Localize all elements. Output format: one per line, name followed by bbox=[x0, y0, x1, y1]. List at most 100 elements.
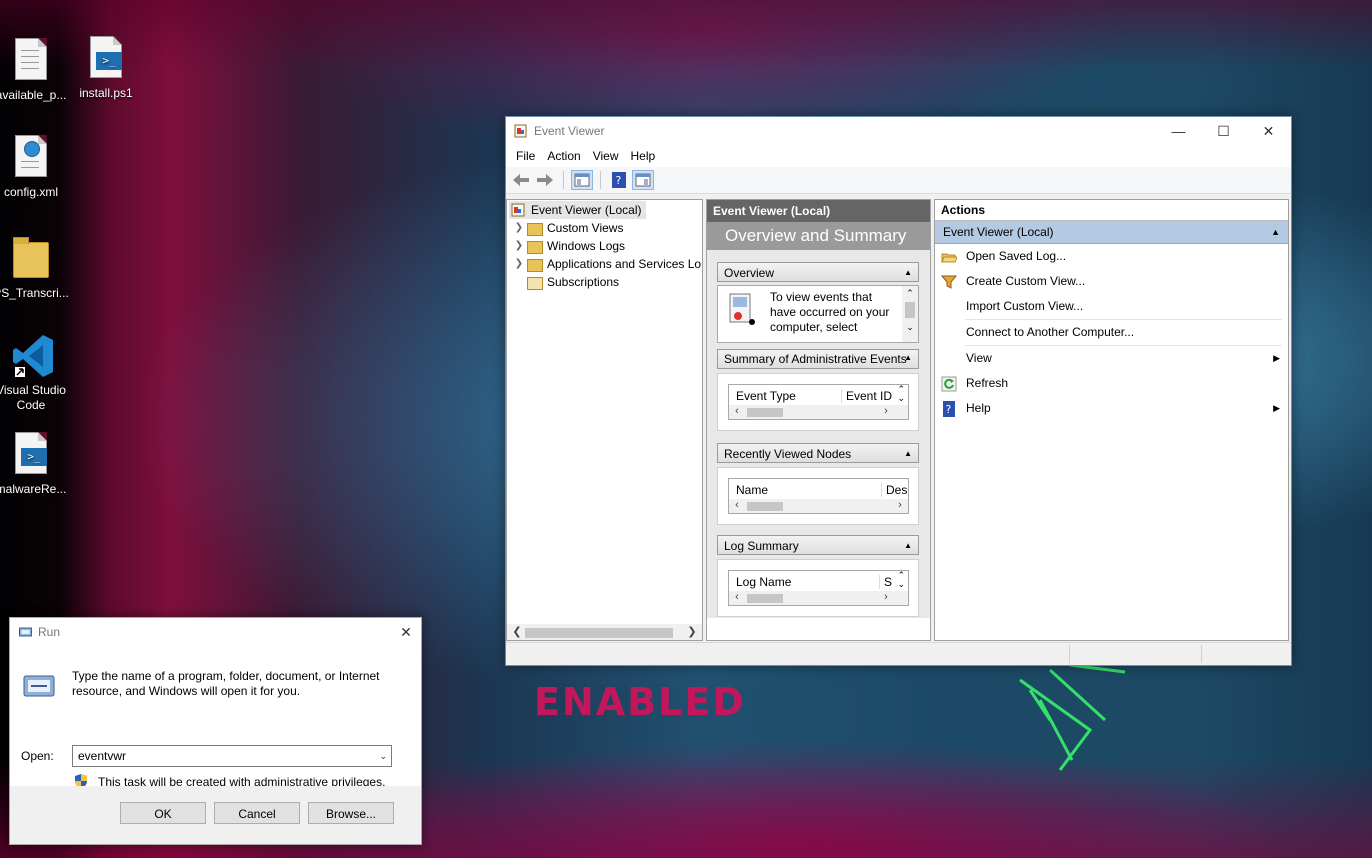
desktop-icon-available[interactable]: available_p... bbox=[0, 38, 71, 103]
scroll-left-icon[interactable]: ‹ bbox=[729, 403, 745, 419]
column-event-id[interactable]: Event ID bbox=[841, 389, 892, 403]
scroll-left-icon[interactable]: ‹ bbox=[729, 497, 745, 513]
action-view[interactable]: View ▶ bbox=[935, 346, 1288, 371]
scroll-left-icon[interactable]: ❮ bbox=[509, 624, 525, 640]
scroll-thumb[interactable] bbox=[525, 628, 673, 638]
desktop-icon-label: PS_Transcri... bbox=[0, 286, 69, 300]
action-import-custom-view[interactable]: Import Custom View... bbox=[935, 294, 1288, 319]
scroll-right-icon[interactable]: ❯ bbox=[684, 624, 700, 640]
scroll-thumb[interactable] bbox=[747, 594, 783, 603]
table-horizontal-scrollbar[interactable]: ‹ › bbox=[729, 591, 908, 605]
table-horizontal-scrollbar[interactable]: ‹ › bbox=[729, 499, 908, 513]
open-input-value[interactable]: eventvwr bbox=[78, 749, 126, 763]
open-combobox[interactable]: eventvwr ⌄ bbox=[72, 745, 392, 767]
log-summary-table: Log Name S ⌃ ⌄ ‹ › bbox=[728, 570, 909, 606]
desktop-icon-malware-report[interactable]: >_ malwareRe... bbox=[0, 432, 71, 497]
desktop-icon-ps-transcripts[interactable]: PS_Transcri... bbox=[0, 236, 71, 301]
tree-item-label: Subscriptions bbox=[547, 275, 620, 289]
menu-view[interactable]: View bbox=[587, 149, 625, 163]
desktop-icon-config-xml[interactable]: config.xml bbox=[0, 135, 71, 200]
menu-help[interactable]: Help bbox=[625, 149, 662, 163]
tree-item-label: Custom Views bbox=[547, 221, 624, 235]
back-button[interactable] bbox=[510, 170, 532, 190]
desktop-icon-install-ps1[interactable]: >_ install.ps1 bbox=[66, 36, 146, 101]
subscriptions-icon bbox=[527, 275, 543, 290]
middle-pane: Event Viewer (Local) Overview and Summar… bbox=[706, 199, 931, 641]
desktop-icon-label: available_p... bbox=[0, 88, 67, 102]
tree-item-applications-services[interactable]: ❯ Applications and Services Lo bbox=[513, 255, 701, 273]
table-horizontal-scrollbar[interactable]: ‹ › bbox=[729, 405, 908, 419]
scroll-left-icon[interactable]: ‹ bbox=[729, 589, 745, 605]
scroll-right-icon[interactable]: › bbox=[878, 589, 894, 605]
section-title: Log Summary bbox=[724, 539, 799, 553]
minimize-button[interactable]: — bbox=[1156, 117, 1201, 145]
action-create-custom-view[interactable]: Create Custom View... bbox=[935, 269, 1288, 294]
column-size[interactable]: S bbox=[879, 575, 892, 589]
section-header[interactable]: Recently Viewed Nodes ▲ bbox=[717, 443, 919, 463]
collapse-icon[interactable]: ▲ bbox=[904, 444, 912, 464]
collapse-icon[interactable]: ▲ bbox=[904, 536, 912, 556]
chevron-right-icon[interactable]: ❯ bbox=[513, 237, 525, 255]
cancel-button[interactable]: Cancel bbox=[214, 802, 300, 824]
tree-item-windows-logs[interactable]: ❯ Windows Logs bbox=[513, 237, 625, 255]
enabled-overlay-text: ENABLED bbox=[534, 680, 746, 724]
section-header[interactable]: Summary of Administrative Events ▲ bbox=[717, 349, 919, 369]
action-refresh[interactable]: Refresh bbox=[935, 371, 1288, 396]
chevron-down-icon[interactable]: ⌄ bbox=[379, 746, 387, 766]
column-name[interactable]: Name bbox=[736, 483, 768, 497]
tree-item-custom-views[interactable]: ❯ Custom Views bbox=[513, 219, 623, 237]
run-close-button[interactable]: ✕ bbox=[391, 618, 421, 646]
folder-icon bbox=[527, 221, 543, 236]
back-arrow-icon bbox=[513, 174, 529, 186]
tree-item-root[interactable]: Event Viewer (Local) bbox=[509, 201, 646, 219]
column-log-name[interactable]: Log Name bbox=[736, 575, 791, 589]
chevron-right-icon[interactable]: ❯ bbox=[513, 255, 525, 273]
scroll-right-icon[interactable]: › bbox=[878, 403, 894, 419]
scroll-down-icon[interactable]: ⌄ bbox=[902, 320, 918, 334]
admin-events-section: Summary of Administrative Events ▲ Event … bbox=[717, 349, 919, 431]
maximize-button[interactable]: ☐ bbox=[1201, 117, 1246, 145]
run-title-bar[interactable]: Run ✕ bbox=[10, 618, 421, 646]
svg-text:?: ? bbox=[946, 403, 952, 416]
chevron-right-icon[interactable]: ❯ bbox=[513, 219, 525, 237]
ok-button[interactable]: OK bbox=[120, 802, 206, 824]
help-toolbar-button[interactable]: ? bbox=[608, 170, 630, 190]
action-connect-computer[interactable]: Connect to Another Computer... bbox=[935, 320, 1288, 345]
section-header[interactable]: Overview ▲ bbox=[717, 262, 919, 282]
wallpaper-graphic bbox=[1019, 663, 1126, 771]
middle-pane-header: Event Viewer (Local) bbox=[707, 200, 930, 222]
scroll-right-icon[interactable]: › bbox=[892, 497, 908, 513]
overview-summary-band: Overview and Summary bbox=[707, 222, 930, 250]
section-header[interactable]: Log Summary ▲ bbox=[717, 535, 919, 555]
title-bar[interactable]: Event Viewer — ☐ ✕ bbox=[506, 117, 1291, 145]
actions-group-header[interactable]: Event Viewer (Local) ▲ bbox=[935, 221, 1288, 244]
column-description[interactable]: Desc bbox=[881, 483, 908, 497]
desktop-icon-vscode[interactable]: Visual Studio Code bbox=[0, 333, 71, 413]
scroll-updown-icon[interactable]: ⌃ ⌄ bbox=[897, 571, 905, 589]
collapse-icon[interactable]: ▲ bbox=[1271, 221, 1280, 243]
desktop-icon-label: config.xml bbox=[3, 185, 59, 199]
tree-item-subscriptions[interactable]: Subscriptions bbox=[525, 273, 619, 291]
menu-action[interactable]: Action bbox=[541, 149, 586, 163]
scroll-updown-icon[interactable]: ⌃ ⌄ bbox=[897, 385, 905, 403]
tree-horizontal-scrollbar[interactable]: ❮ ❯ bbox=[507, 624, 702, 640]
action-label: Import Custom View... bbox=[966, 299, 1084, 313]
scroll-up-icon[interactable]: ⌃ bbox=[902, 286, 918, 300]
action-open-saved-log[interactable]: Open Saved Log... bbox=[935, 244, 1288, 269]
forward-button[interactable] bbox=[534, 170, 556, 190]
scroll-thumb[interactable] bbox=[747, 502, 783, 511]
collapse-icon[interactable]: ▲ bbox=[904, 263, 912, 283]
menu-file[interactable]: File bbox=[510, 149, 541, 163]
scroll-thumb[interactable] bbox=[905, 302, 915, 318]
actions-header: Actions bbox=[935, 200, 1288, 221]
overview-vertical-scrollbar[interactable]: ⌃ ⌄ bbox=[902, 286, 918, 342]
close-button[interactable]: ✕ bbox=[1246, 117, 1291, 145]
action-help[interactable]: ? Help ▶ bbox=[935, 396, 1288, 421]
browse-button[interactable]: Browse... bbox=[308, 802, 394, 824]
scroll-thumb[interactable] bbox=[747, 408, 783, 417]
run-button-bar: OK Cancel Browse... bbox=[10, 786, 421, 844]
collapse-icon[interactable]: ▲ bbox=[904, 350, 912, 368]
show-hide-console-tree-button[interactable] bbox=[571, 170, 593, 190]
column-event-type[interactable]: Event Type bbox=[736, 389, 796, 403]
show-hide-action-pane-button[interactable] bbox=[632, 170, 654, 190]
